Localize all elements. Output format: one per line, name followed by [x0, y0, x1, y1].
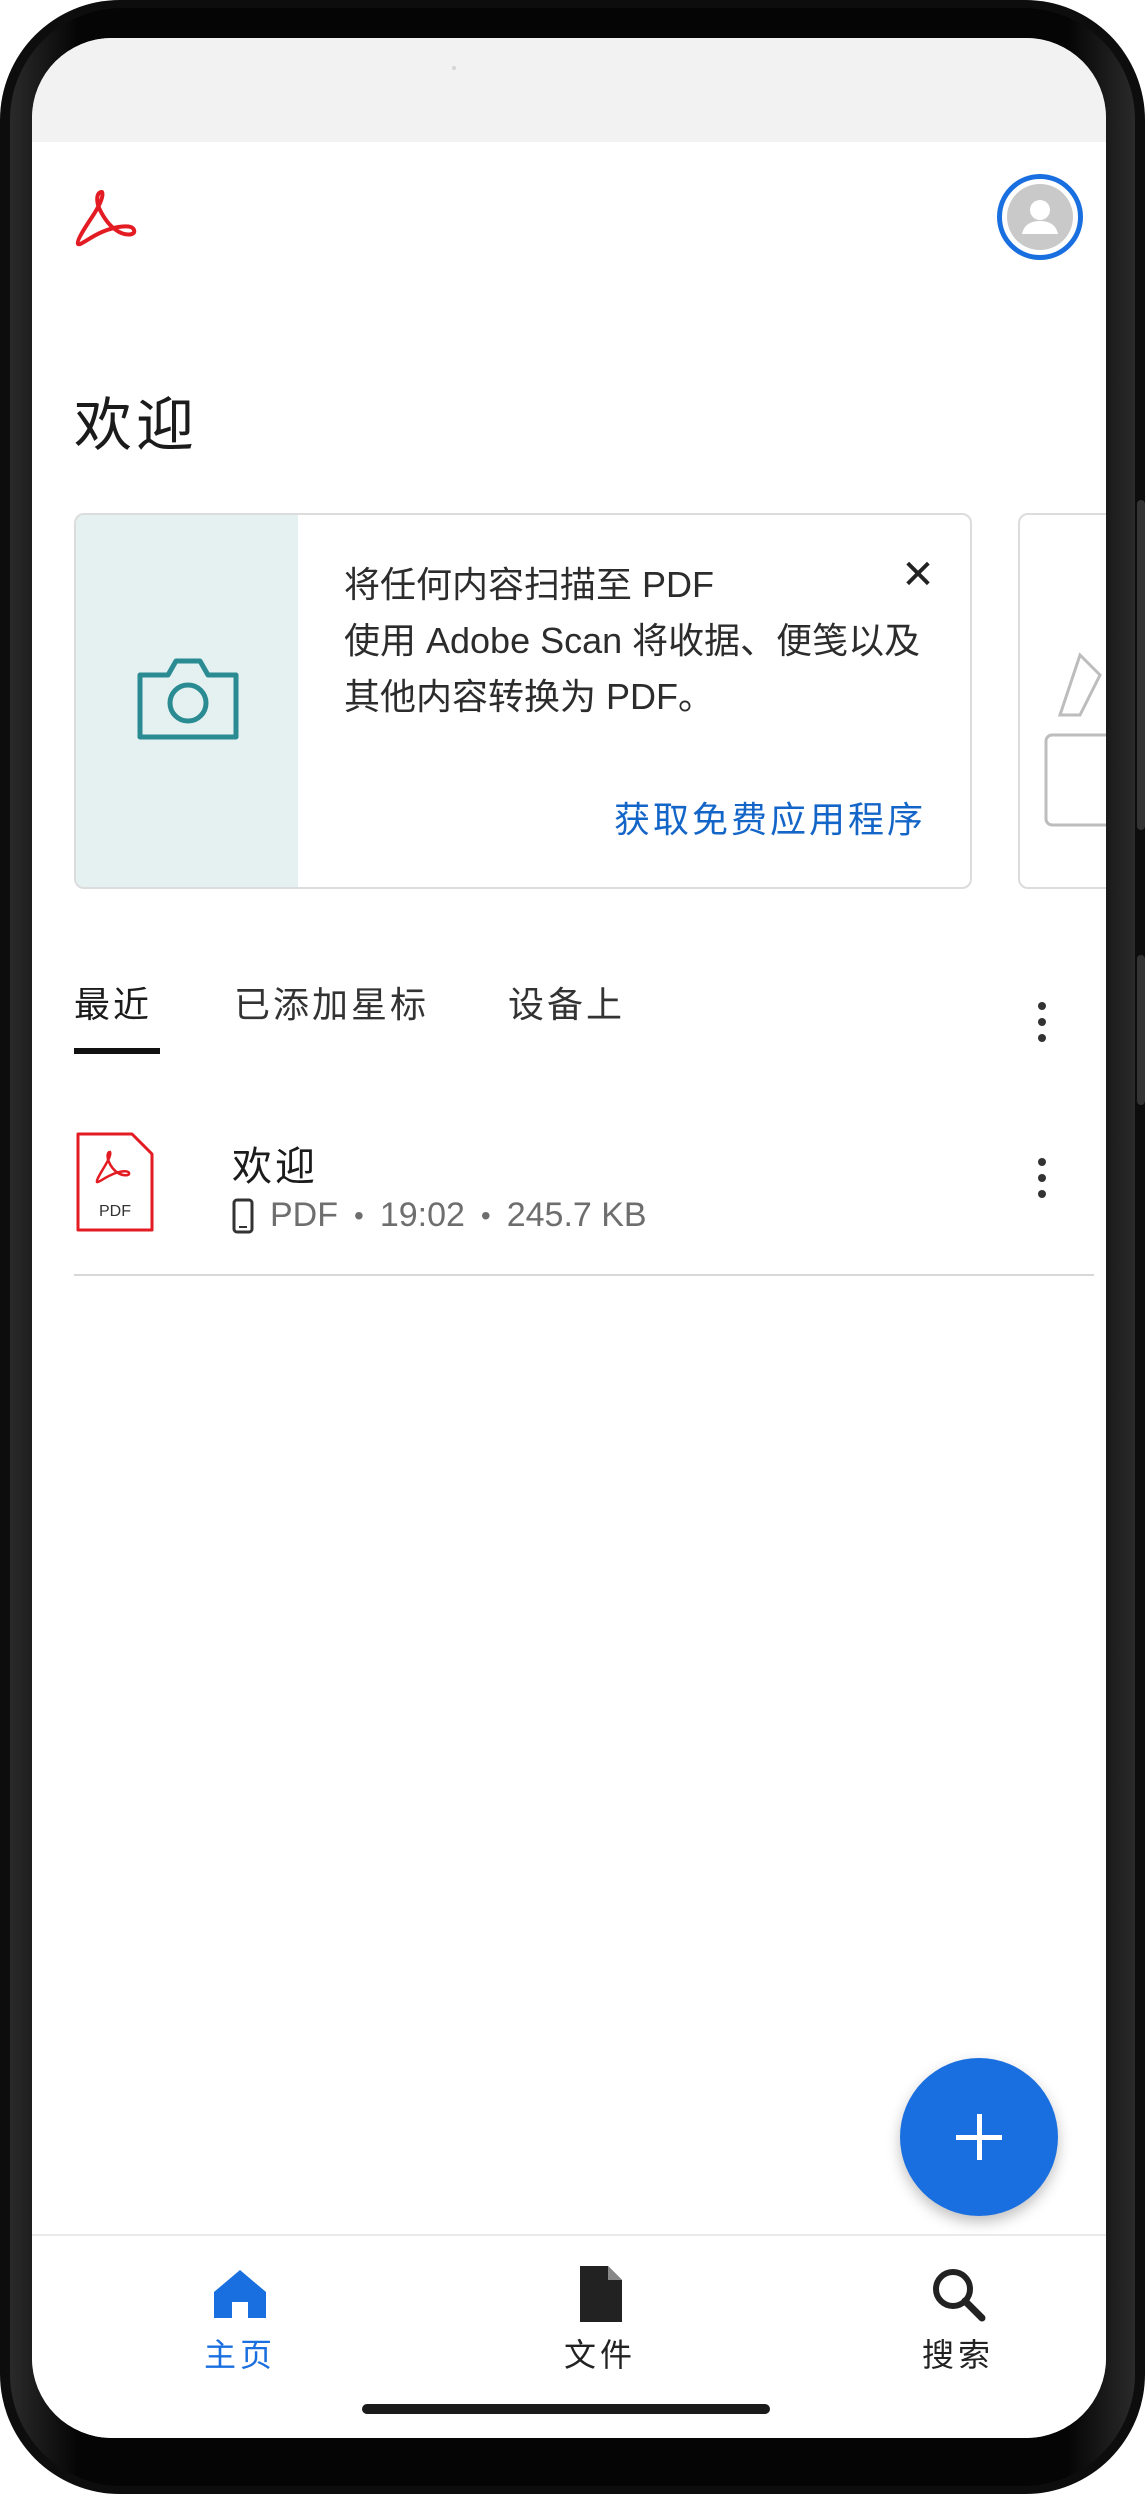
pdf-badge-label: PDF: [99, 1203, 131, 1220]
plus-icon: [956, 2114, 1002, 2160]
file-time: 19:02: [379, 1196, 465, 1234]
file-more-options-icon[interactable]: [1022, 1154, 1062, 1218]
promo-body: 使用 Adobe Scan 将收据、便笺以及其他内容转换为 PDF。: [344, 620, 921, 717]
file-name: 欢迎: [232, 1145, 318, 1189]
file-icon: [580, 2266, 622, 2322]
tab-recent[interactable]: 最近: [74, 976, 152, 1028]
promo-text: 将任何内容扫描至 PDF 使用 Adobe Scan 将收据、便笺以及其他内容转…: [344, 557, 924, 725]
user-avatar-icon: [1007, 184, 1073, 250]
phone-icon: [232, 1198, 254, 1233]
promo-media: [76, 515, 298, 887]
home-indicator: [362, 2404, 770, 2414]
volume-button: [1137, 500, 1145, 830]
nav-search-label: 搜索: [921, 2337, 994, 2373]
add-button[interactable]: [900, 2058, 1058, 2216]
home-icon: [214, 2270, 266, 2318]
file-meta: PDF • 19:02 • 245.7 KB: [232, 1196, 647, 1235]
file-type: PDF: [270, 1196, 338, 1234]
page-title: 欢迎: [74, 391, 199, 459]
close-icon[interactable]: ✕: [896, 553, 940, 597]
front-camera: [452, 66, 456, 70]
file-tabs: 最近 已添加星标 设备上: [74, 956, 1074, 1056]
next-promo-card[interactable]: [1018, 513, 1106, 889]
adobe-scan-promo-card[interactable]: 将任何内容扫描至 PDF 使用 Adobe Scan 将收据、便笺以及其他内容转…: [74, 513, 972, 889]
tab-starred[interactable]: 已添加星标: [234, 976, 429, 1028]
avatar-button[interactable]: [997, 174, 1083, 260]
status-bar: [32, 38, 1106, 142]
list-item[interactable]: PDF 欢迎 PDF • 19:02 • 245.7 KB: [74, 1118, 1074, 1278]
search-icon: [933, 2269, 986, 2322]
nav-home[interactable]: 主页: [150, 2262, 330, 2376]
more-options-icon[interactable]: [1022, 998, 1062, 1062]
meta-separator: •: [354, 1199, 364, 1231]
promo-illustration-icon: [1044, 652, 1106, 827]
promo-heading: 将任何内容扫描至 PDF: [344, 564, 715, 605]
nav-search[interactable]: 搜索: [868, 2262, 1048, 2376]
power-button: [1137, 955, 1145, 1105]
adobe-acrobat-icon[interactable]: [72, 186, 140, 254]
file-size: 245.7 KB: [506, 1196, 647, 1234]
camera-icon: [137, 658, 239, 740]
meta-separator: •: [480, 1199, 491, 1231]
nav-files-label: 文件: [563, 2337, 636, 2373]
device-frame: 欢迎 将任何内容扫描至 PDF 使用 Adobe Scan 将收据、便笺以及其他…: [0, 0, 1145, 2494]
nav-files[interactable]: 文件: [510, 2262, 690, 2376]
get-free-app-link[interactable]: 获取免费应用程序: [614, 791, 926, 843]
list-divider: [74, 1274, 1094, 1276]
app-screen: 欢迎 将任何内容扫描至 PDF 使用 Adobe Scan 将收据、便笺以及其他…: [32, 38, 1106, 2438]
tab-on-device[interactable]: 设备上: [508, 976, 625, 1028]
pdf-file-icon: PDF: [76, 1132, 154, 1232]
active-tab-indicator: [74, 1048, 160, 1054]
nav-home-label: 主页: [203, 2337, 276, 2373]
